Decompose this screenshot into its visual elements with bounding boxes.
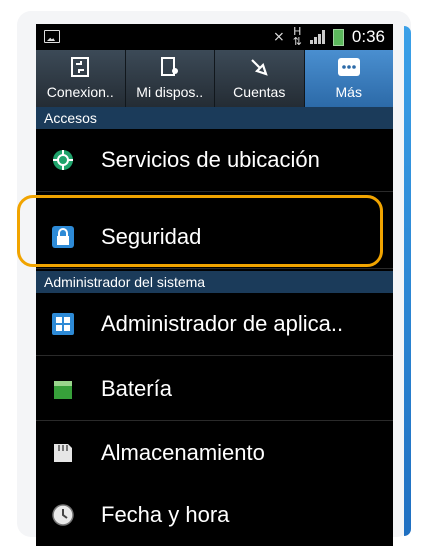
list-item-label: Batería: [101, 376, 172, 401]
no-sound-icon: ⨯: [272, 29, 285, 45]
status-icons: ⨯ H ⇅ 0:36: [272, 25, 385, 48]
battery-icon: [52, 378, 74, 400]
my-device-icon: [126, 55, 215, 79]
seguridad-highlight-outline: [17, 195, 383, 267]
tab-cuentas[interactable]: Cuentas: [215, 50, 305, 107]
tab-label: Conexion..: [46, 84, 114, 100]
tab-mas[interactable]: Más: [304, 50, 394, 107]
list-item-label: Administrador de aplica..: [101, 311, 344, 336]
status-bar: ⨯ H ⇅ 0:36: [36, 24, 393, 50]
clock: 0:36: [351, 27, 385, 46]
screenshot-notification-icon: [44, 30, 60, 43]
list-item-label: Almacenamiento: [101, 440, 265, 465]
battery-icon: [332, 28, 344, 46]
tab-label: Cuentas: [233, 84, 286, 100]
tab-label: Mi dispos..: [136, 84, 204, 100]
list-item-bateria[interactable]: Batería: [36, 358, 393, 421]
settings-tab-bar: Conexion.. Mi dispos.. Cuentas Más: [36, 50, 393, 107]
tab-conexiones[interactable]: Conexion..: [36, 50, 126, 107]
section-header-administrador: Administrador del sistema: [36, 271, 393, 293]
list-item-aplicaciones[interactable]: Administrador de aplica..: [36, 293, 393, 356]
list-item-ubicacion[interactable]: Servicios de ubicación: [36, 129, 393, 192]
more-icon: [305, 55, 394, 79]
list-item-almacenamiento[interactable]: Almacenamiento: [36, 422, 393, 485]
data-hplus-icon: H ⇅: [292, 25, 302, 48]
signal-icon: [309, 30, 325, 44]
clock-icon: [52, 504, 74, 526]
connections-icon: [36, 55, 125, 79]
section-header-accesos: Accesos: [36, 107, 393, 129]
frame-accent-bar: [404, 26, 411, 536]
tab-mi-dispositivo[interactable]: Mi dispos..: [126, 50, 215, 107]
location-icon: [52, 149, 74, 171]
application-manager-icon: [52, 313, 74, 335]
phone-screen: ⨯ H ⇅ 0:36 Conexion.. Mi dispos.. Cuenta…: [36, 24, 393, 546]
list-item-label: Fecha y hora: [101, 502, 230, 527]
accounts-icon: [215, 55, 304, 79]
list-item-label: Servicios de ubicación: [101, 147, 320, 172]
storage-icon: [52, 442, 74, 464]
tab-label: Más: [335, 84, 362, 100]
list-item-fecha-hora[interactable]: Fecha y hora: [36, 484, 393, 546]
